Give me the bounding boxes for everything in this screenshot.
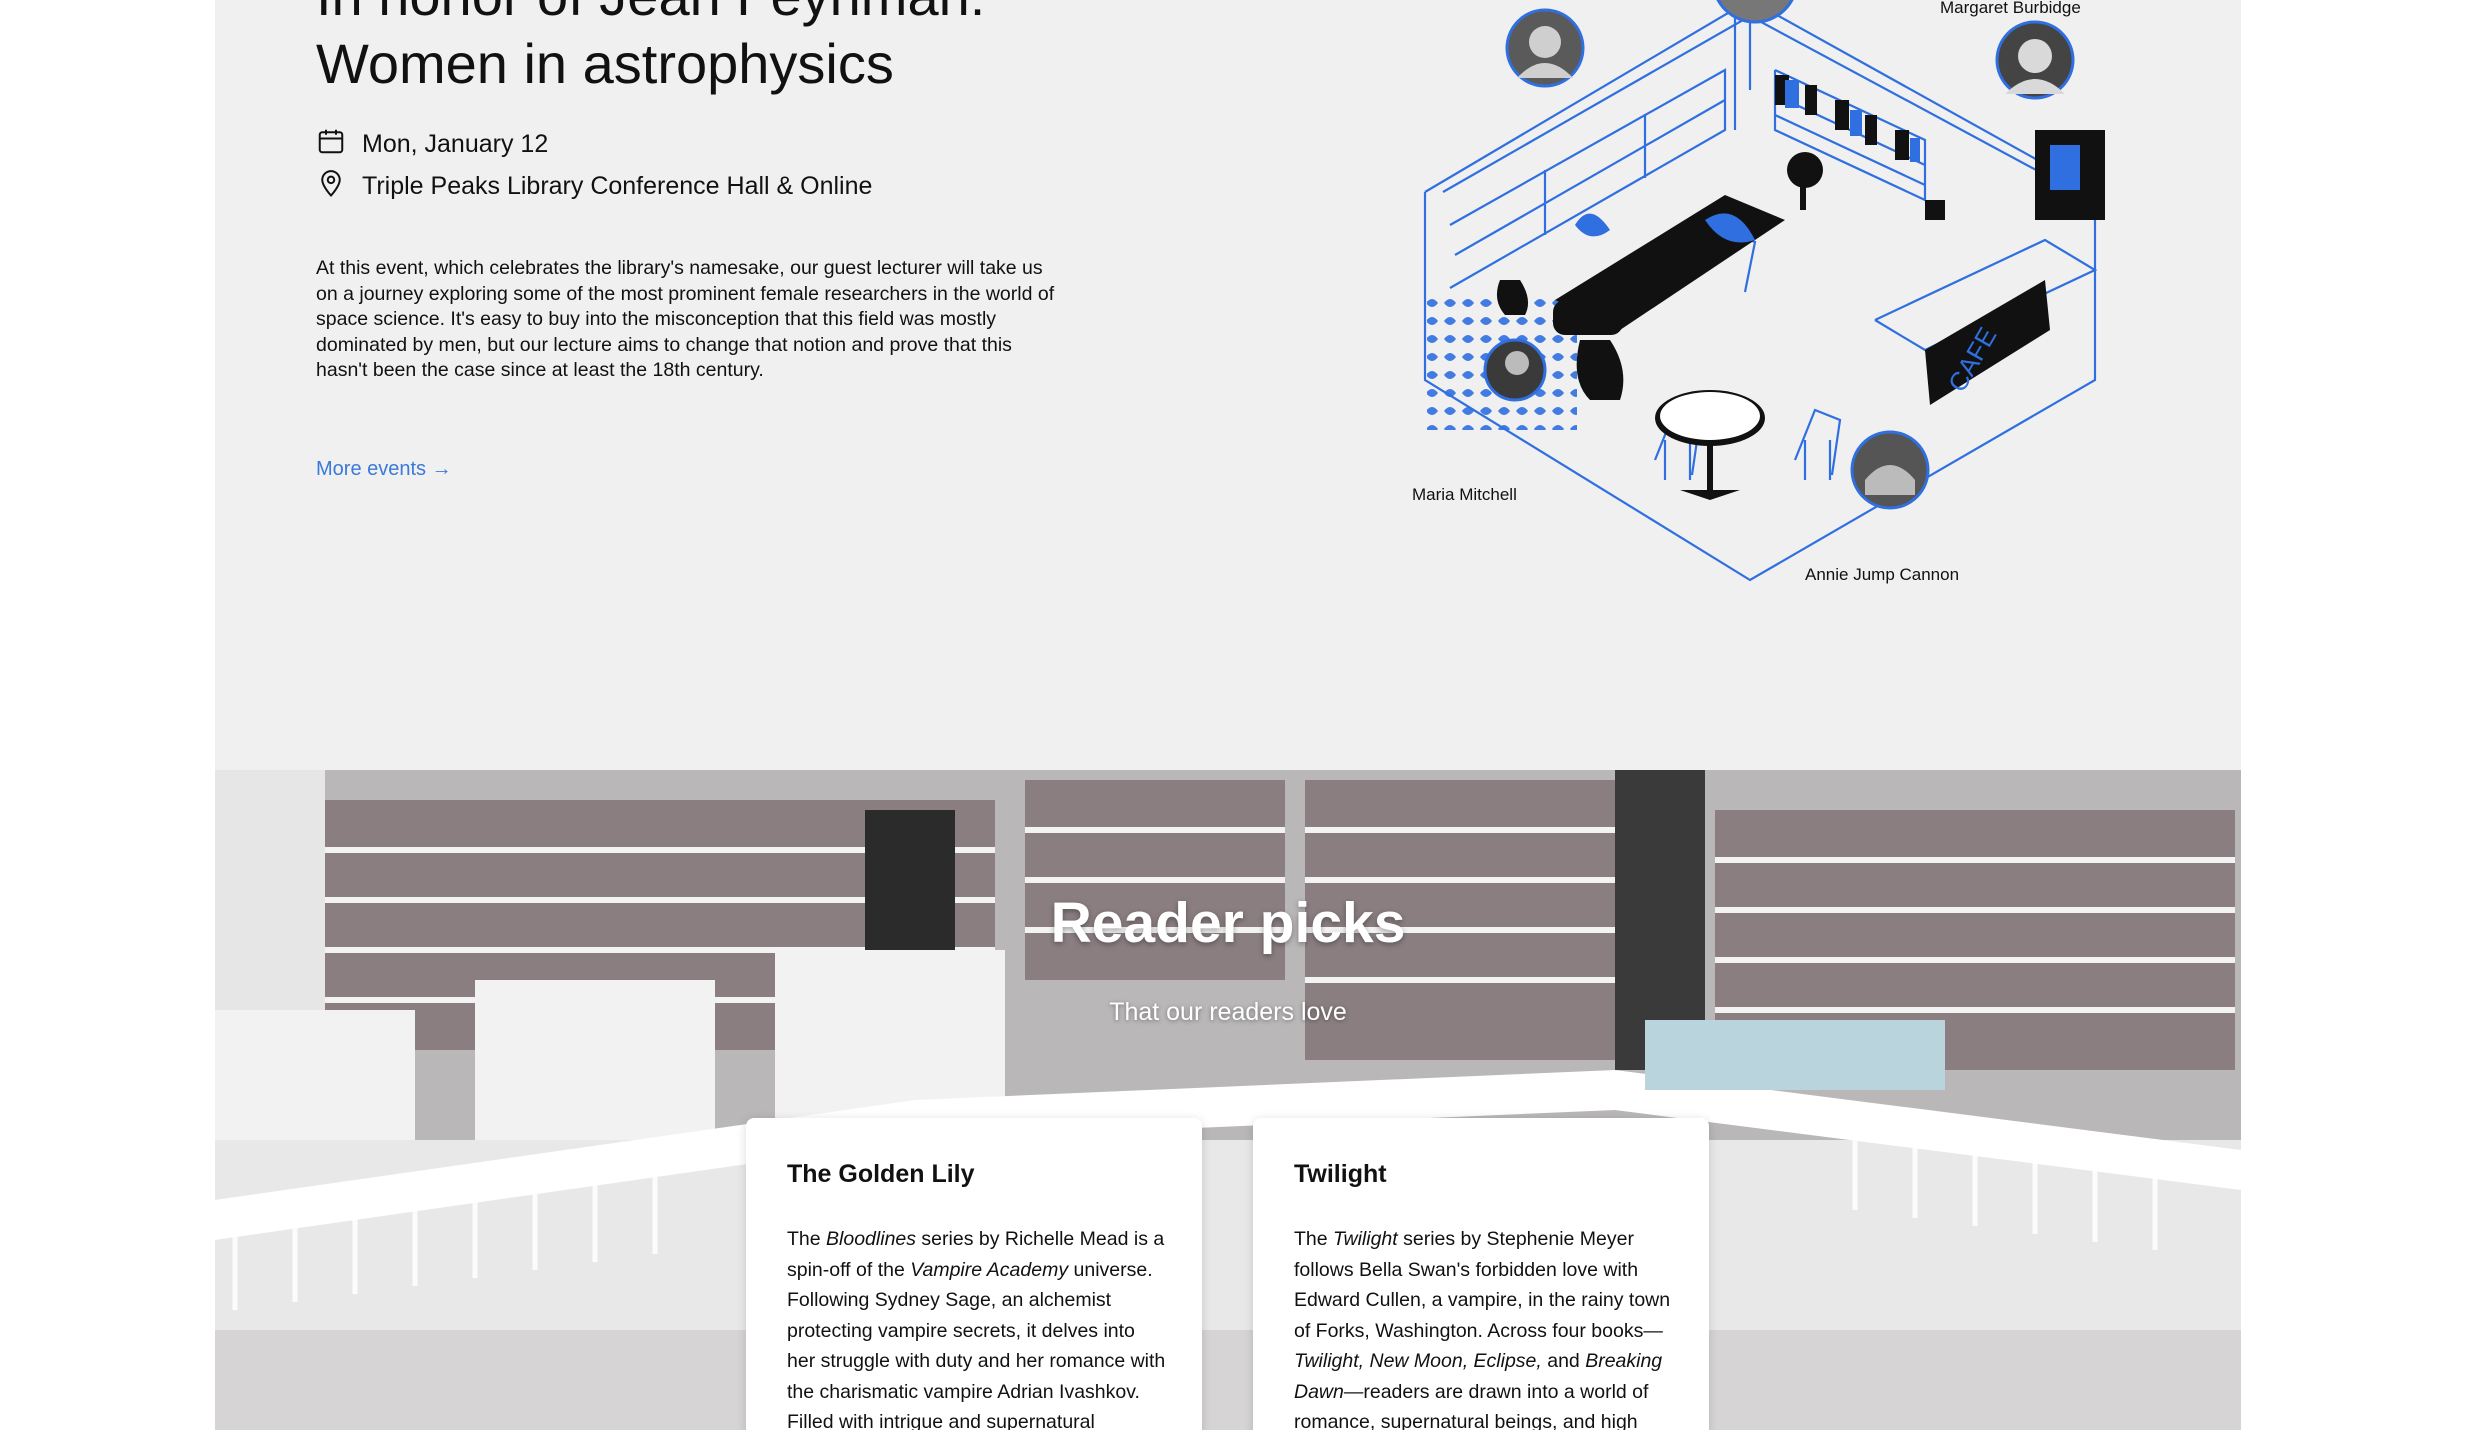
portrait-label-cannon: Annie Jump Cannon xyxy=(1805,565,1960,584)
event-title: In honor of Jean Feynman: Women in astro… xyxy=(316,0,985,98)
event-title-line-2: Women in astrophysics xyxy=(316,32,894,95)
event-date-row: Mon, January 12 xyxy=(316,126,548,163)
portrait-maria-mitchell xyxy=(1483,338,1547,402)
map-pin-icon xyxy=(316,168,346,205)
reader-picks-subtitle: That our readers love xyxy=(1109,998,1347,1026)
library-background-image xyxy=(215,770,2241,1430)
reader-picks-section: Reader picks That our readers love The G… xyxy=(215,770,2241,1430)
reader-picks-title: Reader picks xyxy=(1050,891,1406,955)
event-title-line-1: In honor of Jean Feynman: xyxy=(316,0,985,27)
book-card-title: The Golden Lily xyxy=(787,1160,975,1188)
book-card-twilight[interactable]: Twilight The Twilight series by Stepheni… xyxy=(1253,1118,1709,1430)
page: In honor of Jean Feynman: Women in astro… xyxy=(215,0,2241,1430)
portrait-label-mitchell: Maria Mitchell xyxy=(1412,485,1517,504)
book-card-title: Twilight xyxy=(1294,1160,1387,1188)
more-events-link[interactable]: More events → xyxy=(316,458,452,481)
portrait-annie-jump-cannon xyxy=(1850,430,1930,510)
event-section: In honor of Jean Feynman: Women in astro… xyxy=(215,0,2241,770)
portrait-margaret-burbidge xyxy=(1995,20,2075,100)
portrait-left-top xyxy=(1505,8,1585,88)
event-location-row: Triple Peaks Library Conference Hall & O… xyxy=(316,168,872,205)
event-date: Mon, January 12 xyxy=(362,130,549,158)
book-card-description: The Twilight series by Stephenie Meyer f… xyxy=(1294,1228,1671,1430)
portrait-label-burbidge: Margaret Burbidge xyxy=(1940,0,2081,17)
book-card-description: The Bloodlines series by Richelle Mead i… xyxy=(787,1228,1166,1430)
book-card-golden-lily[interactable]: The Golden Lily The Bloodlines series by… xyxy=(746,1118,1202,1430)
library-illustration: CAFE xyxy=(1423,0,2105,582)
event-location: Triple Peaks Library Conference Hall & O… xyxy=(362,172,873,200)
event-description: At this event, which celebrates the libr… xyxy=(316,257,1055,381)
calendar-icon xyxy=(316,126,346,163)
